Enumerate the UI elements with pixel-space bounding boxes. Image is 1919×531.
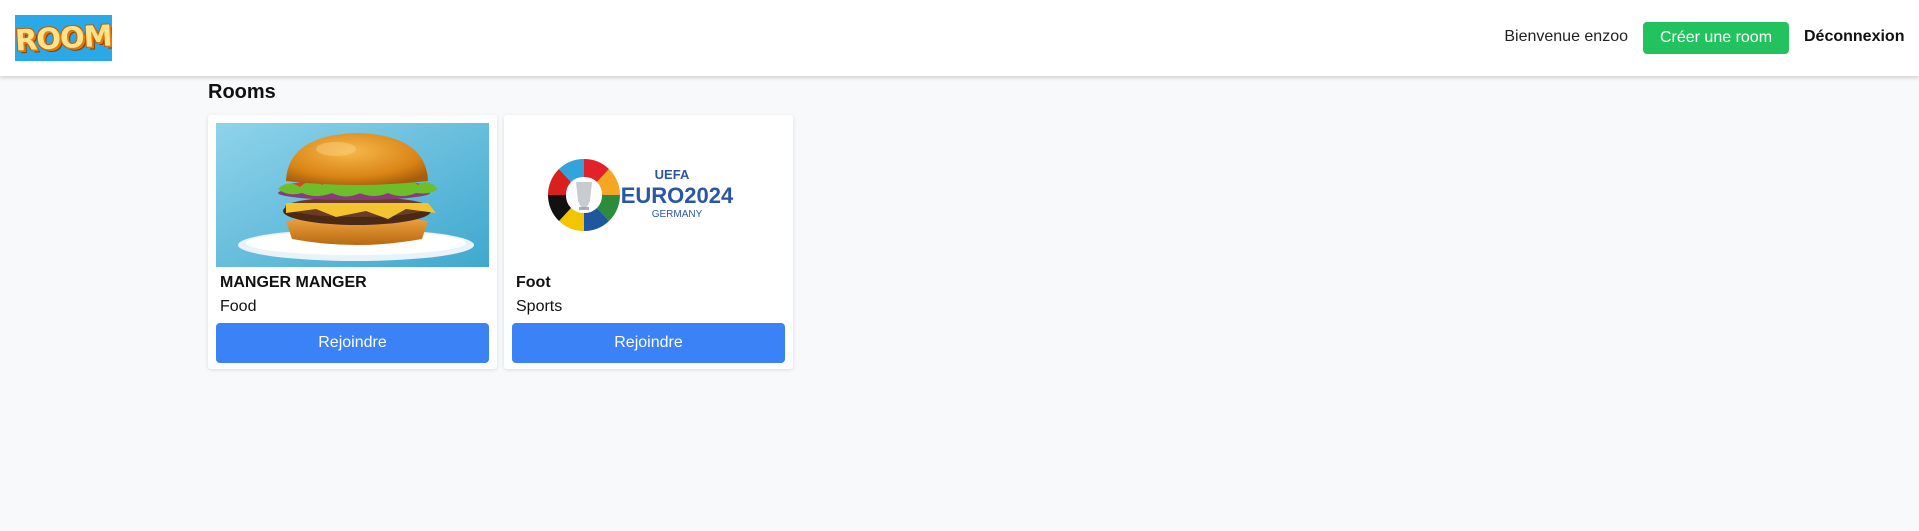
burger-image bbox=[216, 123, 489, 267]
room-name: Foot bbox=[516, 274, 551, 291]
room-logo[interactable]: ROOM bbox=[15, 15, 112, 61]
join-button[interactable]: Rejoindre bbox=[216, 323, 489, 363]
room-card: MANGER MANGER Food Rejoindre bbox=[208, 115, 497, 369]
euro-logo-top: UEFA bbox=[655, 167, 690, 182]
logout-link[interactable]: Déconnexion bbox=[1804, 28, 1904, 46]
create-room-button[interactable]: Créer une room bbox=[1643, 22, 1789, 54]
euro-logo-main: EURO2024 bbox=[621, 183, 734, 208]
top-navbar: ROOM Bienvenue enzoo Créer une room Déco… bbox=[0, 0, 1919, 76]
welcome-text: Bienvenue enzoo bbox=[1504, 28, 1628, 45]
room-category: Sports bbox=[516, 298, 563, 315]
euro-logo-sub: GERMANY bbox=[652, 209, 703, 220]
join-button[interactable]: Rejoindre bbox=[512, 323, 785, 363]
logo-text: ROOM bbox=[15, 18, 112, 58]
room-name: MANGER MANGER bbox=[220, 274, 367, 291]
room-category: Food bbox=[220, 298, 257, 315]
page-title: Rooms bbox=[208, 81, 276, 103]
room-card: UEFA EURO2024 GERMANY Foot Sports Rejoin… bbox=[504, 115, 793, 369]
euro2024-logo-image: UEFA EURO2024 GERMANY bbox=[512, 123, 785, 267]
